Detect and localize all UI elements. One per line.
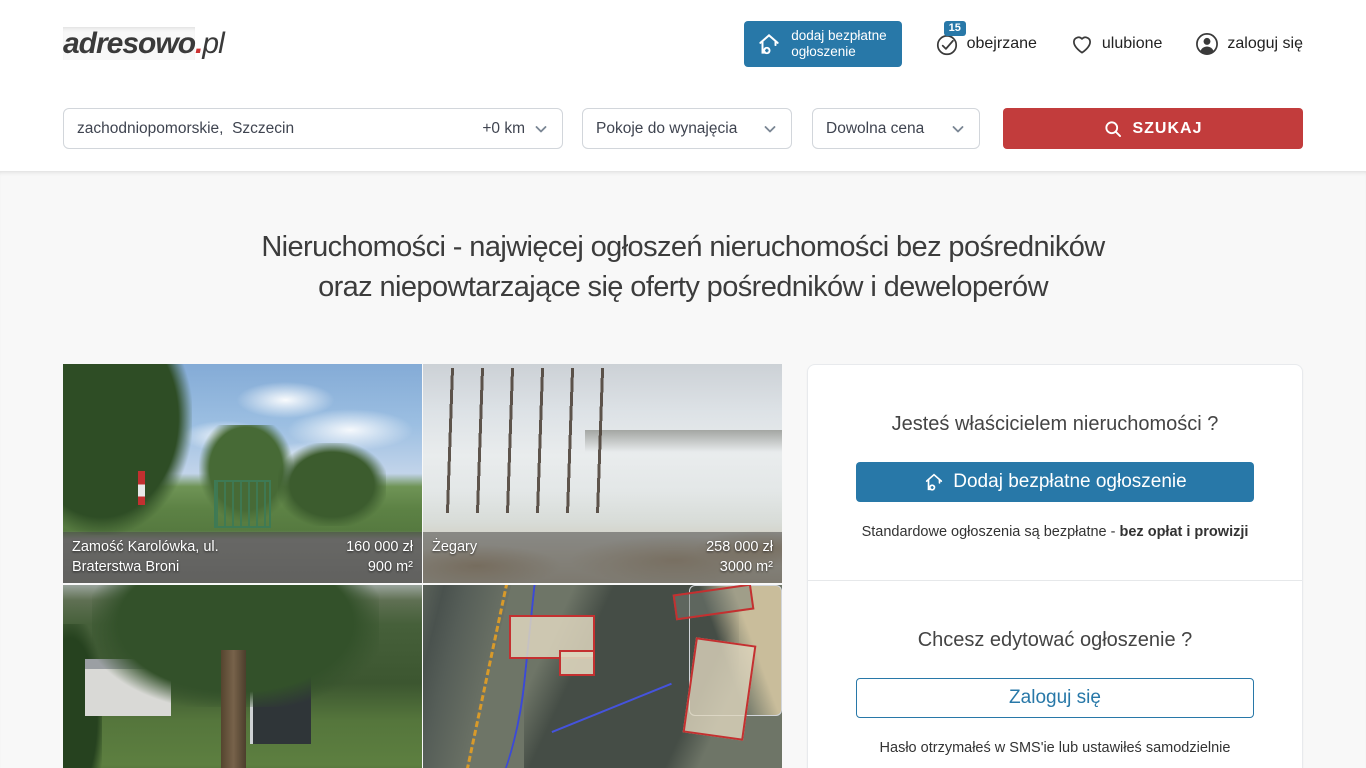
main-section: Nieruchomości - najwięcej ogłoszeń nieru…	[0, 171, 1366, 768]
price-value: Dowolna cena	[826, 120, 924, 138]
radius-select[interactable]: +0 km	[482, 120, 549, 138]
chevron-down-icon	[533, 121, 549, 137]
logo[interactable]: adresowo.pl	[63, 27, 224, 61]
add-listing-button[interactable]: dodaj bezpłatne ogłoszenie	[744, 21, 901, 67]
listing-location: Żegary	[432, 537, 696, 557]
listing-card[interactable]: Zamość Karolówka, ul. 160 000 zł Braters…	[63, 364, 422, 583]
house-plus-icon	[923, 471, 945, 493]
chevron-down-icon	[762, 121, 778, 137]
listing-location-2	[432, 557, 696, 577]
listing-location-2: Braterstwa Broni	[72, 557, 336, 577]
add-listing-label: dodaj bezpłatne ogłoszenie	[791, 28, 886, 60]
owner-section: Jesteś właścicielem nieruchomości ? Doda…	[808, 365, 1302, 580]
nav-viewed[interactable]: 15 obejrzane	[934, 31, 1037, 57]
listing-caption: Żegary 258 000 zł 3000 m²	[423, 532, 782, 583]
location-field: +0 km	[63, 108, 563, 149]
top-nav: dodaj bezpłatne ogłoszenie 15 obejrzane …	[744, 21, 1303, 67]
top-bar: adresowo.pl dodaj bezpłatne ogłoszenie 1…	[0, 0, 1366, 88]
location-input[interactable]	[77, 120, 482, 138]
add-free-listing-button[interactable]: Dodaj bezpłatne ogłoszenie	[856, 462, 1254, 502]
nav-login[interactable]: zaloguj się	[1194, 31, 1303, 57]
login-button[interactable]: Zaloguj się	[856, 678, 1254, 718]
house-plus-icon	[756, 31, 782, 57]
chevron-down-icon	[950, 121, 966, 137]
search-bar: +0 km Pokoje do wynajęcia Dowolna cena S…	[0, 88, 1366, 171]
password-hint: Hasło otrzymałeś w SMS'ie lub ustawiłeś …	[856, 740, 1254, 756]
search-icon	[1103, 119, 1123, 139]
listing-card[interactable]: Rychliki 385 000 zł	[423, 585, 782, 768]
category-select[interactable]: Pokoje do wynajęcia	[582, 108, 792, 149]
listing-area: 900 m²	[346, 557, 413, 577]
owner-heading: Jesteś właścicielem nieruchomości ?	[856, 413, 1254, 436]
add-free-listing-label: Dodaj bezpłatne ogłoszenie	[953, 471, 1186, 493]
listing-photo	[63, 585, 422, 768]
logo-tld: pl	[202, 27, 223, 60]
viewed-count-badge: 15	[944, 21, 966, 36]
free-listing-note: Standardowe ogłoszenia są bezpłatne - be…	[856, 524, 1254, 540]
edit-section: Chcesz edytować ogłoszenie ? Zaloguj się…	[808, 580, 1302, 768]
listing-area: 3000 m²	[706, 557, 773, 577]
listings-grid: Zamość Karolówka, ul. 160 000 zł Braters…	[63, 364, 782, 768]
nav-favorites[interactable]: ulubione	[1069, 31, 1163, 57]
logo-main: adresowo	[63, 27, 195, 60]
edit-heading: Chcesz edytować ogłoszenie ?	[856, 629, 1254, 652]
listing-price: 160 000 zł	[346, 537, 413, 557]
user-icon	[1194, 31, 1220, 57]
listing-photo	[423, 585, 782, 768]
category-value: Pokoje do wynajęcia	[596, 120, 737, 138]
listing-location: Zamość Karolówka, ul.	[72, 537, 336, 557]
search-button[interactable]: SZUKAJ	[1003, 108, 1303, 149]
nav-login-label: zaloguj się	[1227, 35, 1303, 53]
price-select[interactable]: Dowolna cena	[812, 108, 980, 149]
listing-card[interactable]: Żegary 258 000 zł 3000 m²	[423, 364, 782, 583]
listing-card[interactable]: Korenowo Pieszycko, ul. 240 000 zł	[63, 585, 422, 768]
heart-icon	[1069, 31, 1095, 57]
radius-value: +0 km	[482, 120, 525, 138]
page-title: Nieruchomości - najwięcej ogłoszeń nieru…	[0, 171, 1366, 307]
listing-price: 258 000 zł	[706, 537, 773, 557]
nav-favorites-label: ulubione	[1102, 35, 1163, 53]
search-button-label: SZUKAJ	[1132, 120, 1202, 138]
nav-viewed-label: obejrzane	[967, 35, 1037, 53]
listing-caption: Zamość Karolówka, ul. 160 000 zł Braters…	[63, 532, 422, 583]
owner-panel: Jesteś właścicielem nieruchomości ? Doda…	[807, 364, 1303, 768]
